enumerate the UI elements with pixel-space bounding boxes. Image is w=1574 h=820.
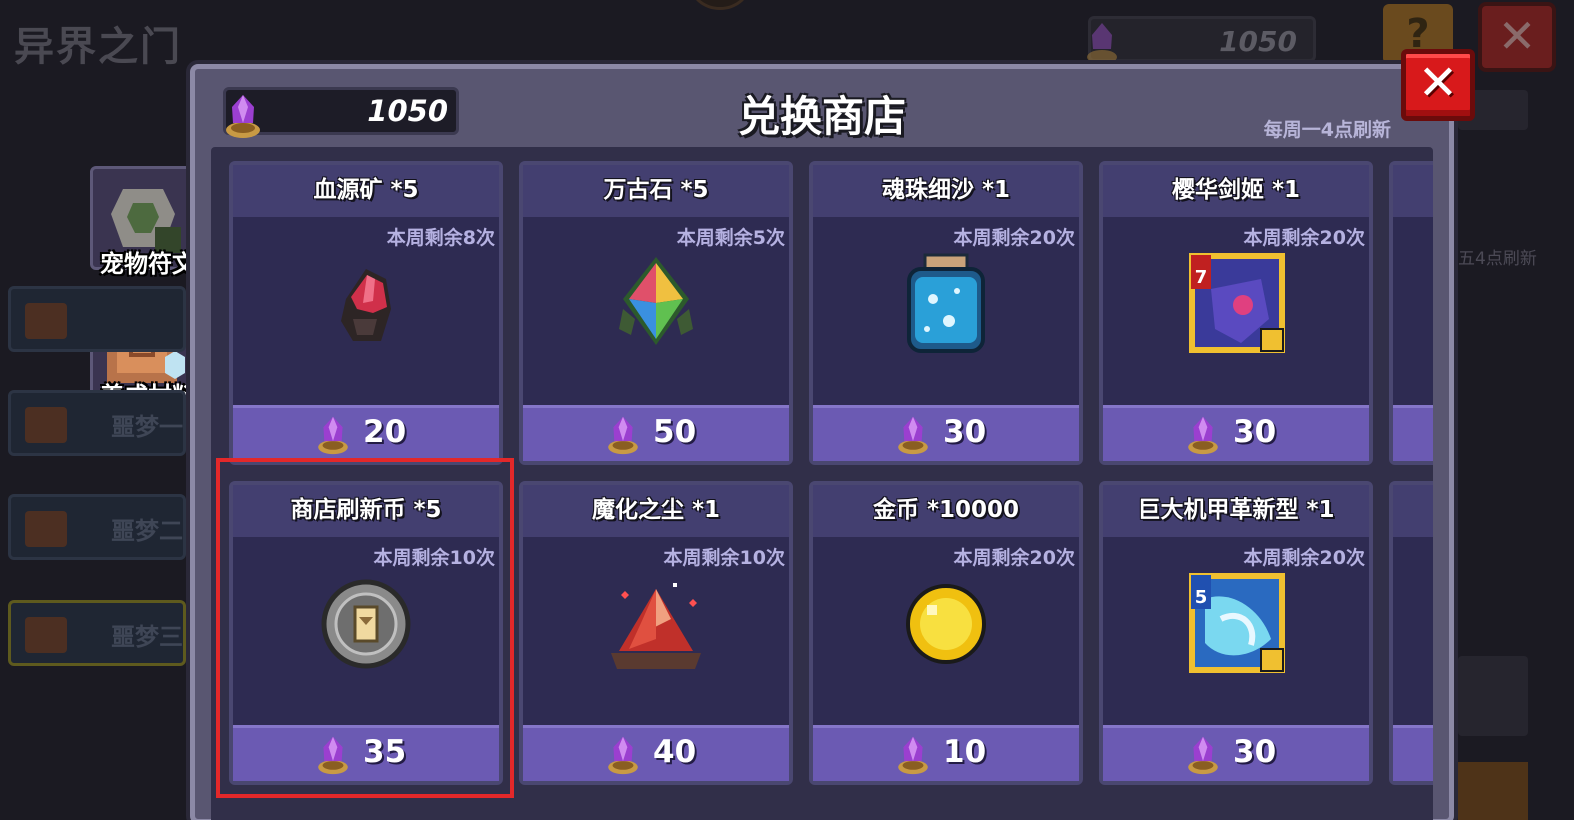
shop-item-soul-sand[interactable]: 魂珠细沙 *1 本周剩余20次 30	[809, 161, 1083, 465]
shop-item-magic-dust[interactable]: 魔化之尘 *1 本周剩余10次 40	[519, 481, 793, 785]
item-price-value: 50	[653, 414, 697, 450]
nightmare-3-button[interactable]: 噩梦三	[8, 600, 186, 666]
item-name: 魂珠细沙 *1	[813, 165, 1079, 217]
item-name: 樱华剑姬 *1	[1103, 165, 1369, 217]
refresh-coin-icon	[321, 579, 411, 669]
shop-item-ancient-stone[interactable]: 万古石 *5 本周剩余5次 50	[519, 161, 793, 465]
item-price-value: 10	[943, 734, 987, 770]
item-price-value: 30	[1233, 414, 1277, 450]
item-price: 10	[813, 725, 1079, 781]
side-button-label: 噩梦二	[111, 517, 183, 545]
item-price-value: 30	[943, 414, 987, 450]
purple-gem-icon	[898, 736, 928, 775]
shop-item-grid: 血源矿 *5 本周剩余8次 20 万古石 *5 本周剩余5次 50 魂珠细沙 *…	[211, 147, 1433, 820]
item-price: 50	[523, 405, 789, 461]
purple-gem-icon	[608, 736, 638, 775]
shop-item-blood-ore[interactable]: 血源矿 *5 本周剩余8次 20	[229, 161, 503, 465]
nightmare-1-button[interactable]: 噩梦一	[8, 390, 186, 456]
background-panel-block	[1458, 656, 1528, 736]
item-price-value: 40	[653, 734, 697, 770]
item-price: 40	[523, 725, 789, 781]
item-limit: 本周剩余20次	[1243, 547, 1365, 569]
chest-icon	[25, 303, 67, 339]
close-button[interactable]: ✕	[1401, 49, 1475, 121]
item-name	[1393, 165, 1433, 217]
chest-icon	[25, 407, 67, 443]
background-currency: 1050	[1087, 16, 1316, 64]
item-price	[1393, 405, 1433, 461]
mecha-card-icon: 5	[1189, 573, 1285, 673]
background-orange-button	[1458, 762, 1528, 820]
purple-gem-icon	[898, 416, 928, 455]
purple-gem-icon	[318, 736, 348, 775]
background-title: 异界之门	[14, 24, 182, 70]
background-refresh-text: 五4点刷新	[1458, 249, 1537, 269]
item-limit: 本周剩余20次	[1243, 227, 1365, 249]
weekly-refresh-note: 每周一4点刷新	[1263, 119, 1391, 141]
nightmare-2-button[interactable]: 噩梦二	[8, 494, 186, 560]
item-price-value: 30	[1233, 734, 1277, 770]
chest-icon	[25, 511, 67, 547]
item-price	[1393, 725, 1433, 781]
mecha-level: 5	[1195, 587, 1208, 608]
item-price: 30	[1103, 725, 1369, 781]
chest-icon	[25, 617, 67, 653]
purple-gem-icon	[1188, 736, 1218, 775]
shop-item-gold-coin[interactable]: 金币 *10000 本周剩余20次 10	[809, 481, 1083, 785]
item-name: 金币 *10000	[813, 485, 1079, 537]
item-limit: 本周剩余5次	[676, 227, 785, 249]
shop-item-giant-mecha[interactable]: 巨大机甲革新型 *1 本周剩余20次 5 30	[1099, 481, 1373, 785]
item-name: 血源矿 *5	[233, 165, 499, 217]
hero-level: 7	[1195, 267, 1208, 288]
side-button-label: 噩梦一	[111, 413, 183, 441]
item-name: 万古石 *5	[523, 165, 789, 217]
item-name: 魔化之尘 *1	[523, 485, 789, 537]
item-price-value: 35	[363, 734, 407, 770]
hero-card-icon: 7	[1189, 253, 1285, 353]
gold-coin-icon	[906, 584, 986, 664]
item-price-value: 20	[363, 414, 407, 450]
top-badge	[690, 0, 750, 10]
side-button-1[interactable]	[8, 286, 186, 352]
pet-rune-button[interactable]: 宠物符文	[90, 166, 196, 278]
item-price: 30	[1103, 405, 1369, 461]
item-price: 30	[813, 405, 1079, 461]
ancient-stone-icon	[619, 257, 693, 345]
blood-ore-icon	[341, 269, 391, 341]
item-name	[1393, 485, 1433, 537]
item-limit: 本周剩余20次	[953, 547, 1075, 569]
purple-gem-icon	[1087, 23, 1117, 64]
shop-item-partial[interactable]	[1389, 481, 1433, 785]
item-price: 35	[233, 725, 499, 781]
shop-item-refresh-coin[interactable]: 商店刷新币 *5 本周剩余10次 35	[229, 481, 503, 785]
shop-item-sakura-swordmaiden[interactable]: 樱华剑姬 *1 本周剩余20次 7 30	[1099, 161, 1373, 465]
item-limit: 本周剩余10次	[373, 547, 495, 569]
purple-gem-icon	[318, 416, 348, 455]
item-limit: 本周剩余10次	[663, 547, 785, 569]
purple-gem-icon	[1188, 416, 1218, 455]
item-price: 20	[233, 405, 499, 461]
purple-gem-icon	[608, 416, 638, 455]
soul-sand-jar-icon	[907, 253, 985, 353]
item-limit: 本周剩余8次	[386, 227, 495, 249]
exchange-shop-panel: 10 50 兑换商店 每周一4点刷新 ✕ 血源矿 *5 本周剩余8次 20 万古石…	[190, 49, 1475, 820]
background-currency-value: 1050	[1219, 25, 1297, 58]
shop-item-partial[interactable]	[1389, 161, 1433, 465]
item-limit: 本周剩余20次	[953, 227, 1075, 249]
item-name: 商店刷新币 *5	[233, 485, 499, 537]
shop-title: 兑换商店	[737, 92, 906, 141]
magic-dust-icon	[611, 583, 701, 669]
background-close-button[interactable]: ✕	[1478, 2, 1556, 72]
item-name: 巨大机甲革新型 *1	[1103, 485, 1369, 537]
side-button-label: 噩梦三	[111, 623, 183, 651]
